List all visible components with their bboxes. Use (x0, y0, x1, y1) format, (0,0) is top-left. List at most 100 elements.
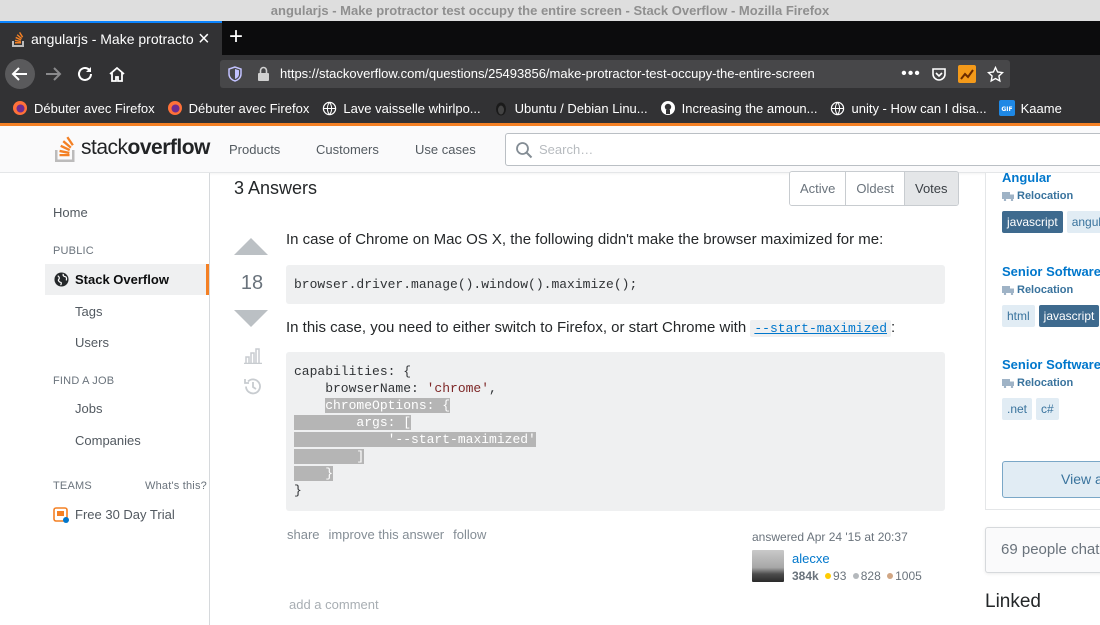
nav-stackoverflow[interactable]: Stack Overflow (45, 264, 209, 295)
svg-text:GIF: GIF (1001, 106, 1012, 113)
downvote-arrow-icon[interactable] (234, 310, 268, 328)
inline-code-start-maximized[interactable]: --start-maximized (750, 320, 891, 337)
job-title[interactable]: Senior Software (1002, 264, 1100, 279)
answer-paragraph-1: In case of Chrome on Mac OS X, the follo… (286, 231, 884, 248)
tag[interactable]: javascript (1038, 305, 1100, 327)
home-icon (109, 66, 125, 82)
history-icon[interactable] (243, 377, 262, 396)
answered-time: answered Apr 24 '15 at 20:37 (752, 530, 908, 544)
bookmark-star-icon[interactable] (985, 64, 1005, 84)
user-name-link[interactable]: alecxe (792, 551, 830, 566)
truck-icon (1002, 191, 1014, 201)
job-title[interactable]: Senior Software (1002, 357, 1100, 372)
sort-oldest[interactable]: Oldest (846, 172, 905, 205)
page-actions-icon[interactable]: ••• (901, 64, 921, 84)
bronze-badge-count: 1005 (895, 569, 922, 583)
tag[interactable]: c# (1036, 398, 1059, 420)
url-bar[interactable]: https://stackoverflow.com/questions/2549… (220, 60, 1010, 88)
nav-companies[interactable]: Companies (75, 433, 141, 448)
sort-votes[interactable]: Votes (904, 172, 958, 205)
nav-jobs[interactable]: Jobs (75, 401, 102, 416)
relocation-label: Relocation (1017, 377, 1074, 389)
tracking-shield-icon[interactable] (228, 66, 242, 82)
bookmark-item[interactable]: Débuter avec Firefox (167, 100, 309, 116)
job-tags: html javascript (1002, 305, 1100, 327)
bookmark-item[interactable]: Ubuntu / Debian Linu... (493, 100, 648, 116)
tag[interactable]: angul (1066, 211, 1100, 233)
avatar[interactable] (752, 550, 784, 582)
globe-icon (321, 100, 337, 116)
tag[interactable]: javascript (1002, 211, 1063, 233)
truck-icon (1002, 378, 1014, 388)
relocation-label: Relocation (1017, 284, 1074, 296)
briefcase-icon (53, 507, 69, 523)
silver-badge-icon (852, 573, 859, 580)
vote-count: 18 (240, 272, 264, 294)
github-icon (660, 100, 676, 116)
answer-sort-tabs: Active Oldest Votes (789, 171, 959, 206)
feed-extension-icon[interactable] (957, 64, 977, 84)
stackoverflow-favicon-icon (12, 32, 24, 47)
bookmark-stats-icon[interactable] (244, 348, 262, 364)
window-title: angularjs - Make protractor test occupy … (0, 0, 1100, 21)
section-public: PUBLIC (53, 245, 94, 257)
forward-button[interactable] (38, 59, 68, 89)
bookmark-item[interactable]: Lave vaisselle whirlpo... (321, 100, 481, 116)
nav-products[interactable]: Products (229, 142, 280, 157)
so-logo[interactable]: stackoverflow (53, 133, 210, 163)
bookmark-item[interactable]: Increasing the amoun... (660, 100, 817, 116)
back-button[interactable] (5, 59, 35, 89)
tab-close-icon[interactable]: × (198, 29, 210, 49)
answer-paragraph-2: In this case, you need to either switch … (286, 319, 896, 337)
job-listing[interactable]: Angular Relocation (1002, 170, 1073, 202)
job-tags: .net c# (1002, 398, 1059, 420)
nav-customers[interactable]: Customers (316, 142, 379, 157)
gold-badge-icon (825, 573, 832, 580)
follow-link[interactable]: follow (453, 527, 486, 542)
improve-answer-link[interactable]: improve this answer (329, 527, 445, 542)
globe-icon (54, 272, 69, 287)
teams-free-trial[interactable]: Free 30 Day Trial (53, 506, 175, 523)
so-topbar: stackoverflow Products Customers Use cas… (0, 126, 1100, 173)
back-arrow-icon (11, 67, 27, 81)
bookmark-item[interactable]: Débuter avec Firefox (12, 100, 155, 116)
job-title[interactable]: Angular (1002, 170, 1073, 185)
new-tab-plus-icon[interactable]: + (229, 24, 243, 50)
reload-icon (78, 66, 92, 81)
left-sidebar: Home PUBLIC Stack Overflow Tags Users FI… (0, 173, 210, 625)
nav-home[interactable]: Home (53, 205, 88, 220)
relocation-label: Relocation (1017, 190, 1074, 202)
upvote-arrow-icon[interactable] (234, 238, 268, 256)
tag[interactable]: .net (1002, 398, 1033, 420)
add-comment-link[interactable]: add a comment (289, 597, 379, 612)
navigation-bar: https://stackoverflow.com/questions/2549… (0, 55, 1100, 93)
lock-icon[interactable] (257, 66, 270, 82)
code-block-2: capabilities: { browserName: 'chrome', c… (286, 352, 945, 511)
silver-badge-count: 828 (860, 569, 881, 583)
truck-icon (1002, 285, 1014, 295)
reload-button[interactable] (70, 59, 100, 89)
browser-tab[interactable]: angularjs - Make protractor × (0, 21, 222, 55)
nav-users[interactable]: Users (75, 335, 109, 350)
nav-stackoverflow-label: Stack Overflow (75, 272, 169, 287)
whats-this-link[interactable]: What's this? (145, 480, 207, 492)
bookmark-item[interactable]: GIF Kaame (998, 100, 1062, 116)
job-listing[interactable]: Senior Software Relocation (1002, 264, 1100, 296)
code-block-1: browser.driver.manage().window().maximiz… (286, 265, 945, 304)
home-button[interactable] (102, 59, 132, 89)
user-card: answered Apr 24 '15 at 20:37 alecxe 384k… (752, 530, 947, 583)
sort-active[interactable]: Active (790, 172, 847, 205)
bookmark-item[interactable]: unity - How can I disa... (829, 100, 987, 116)
gif-icon: GIF (998, 100, 1015, 116)
chat-box[interactable]: 69 people chat (985, 527, 1100, 573)
tag[interactable]: html (1002, 305, 1035, 327)
pocket-icon[interactable] (929, 64, 949, 84)
nav-tags[interactable]: Tags (75, 304, 102, 319)
search-icon (516, 142, 533, 159)
tab-title: angularjs - Make protractor (31, 31, 194, 47)
nav-use-cases[interactable]: Use cases (415, 142, 476, 157)
search-input[interactable]: Search… (505, 133, 1100, 166)
job-listing[interactable]: Senior Software Relocation (1002, 357, 1100, 389)
share-link[interactable]: share (287, 527, 320, 542)
view-all-jobs-button[interactable]: View a (1002, 461, 1100, 498)
